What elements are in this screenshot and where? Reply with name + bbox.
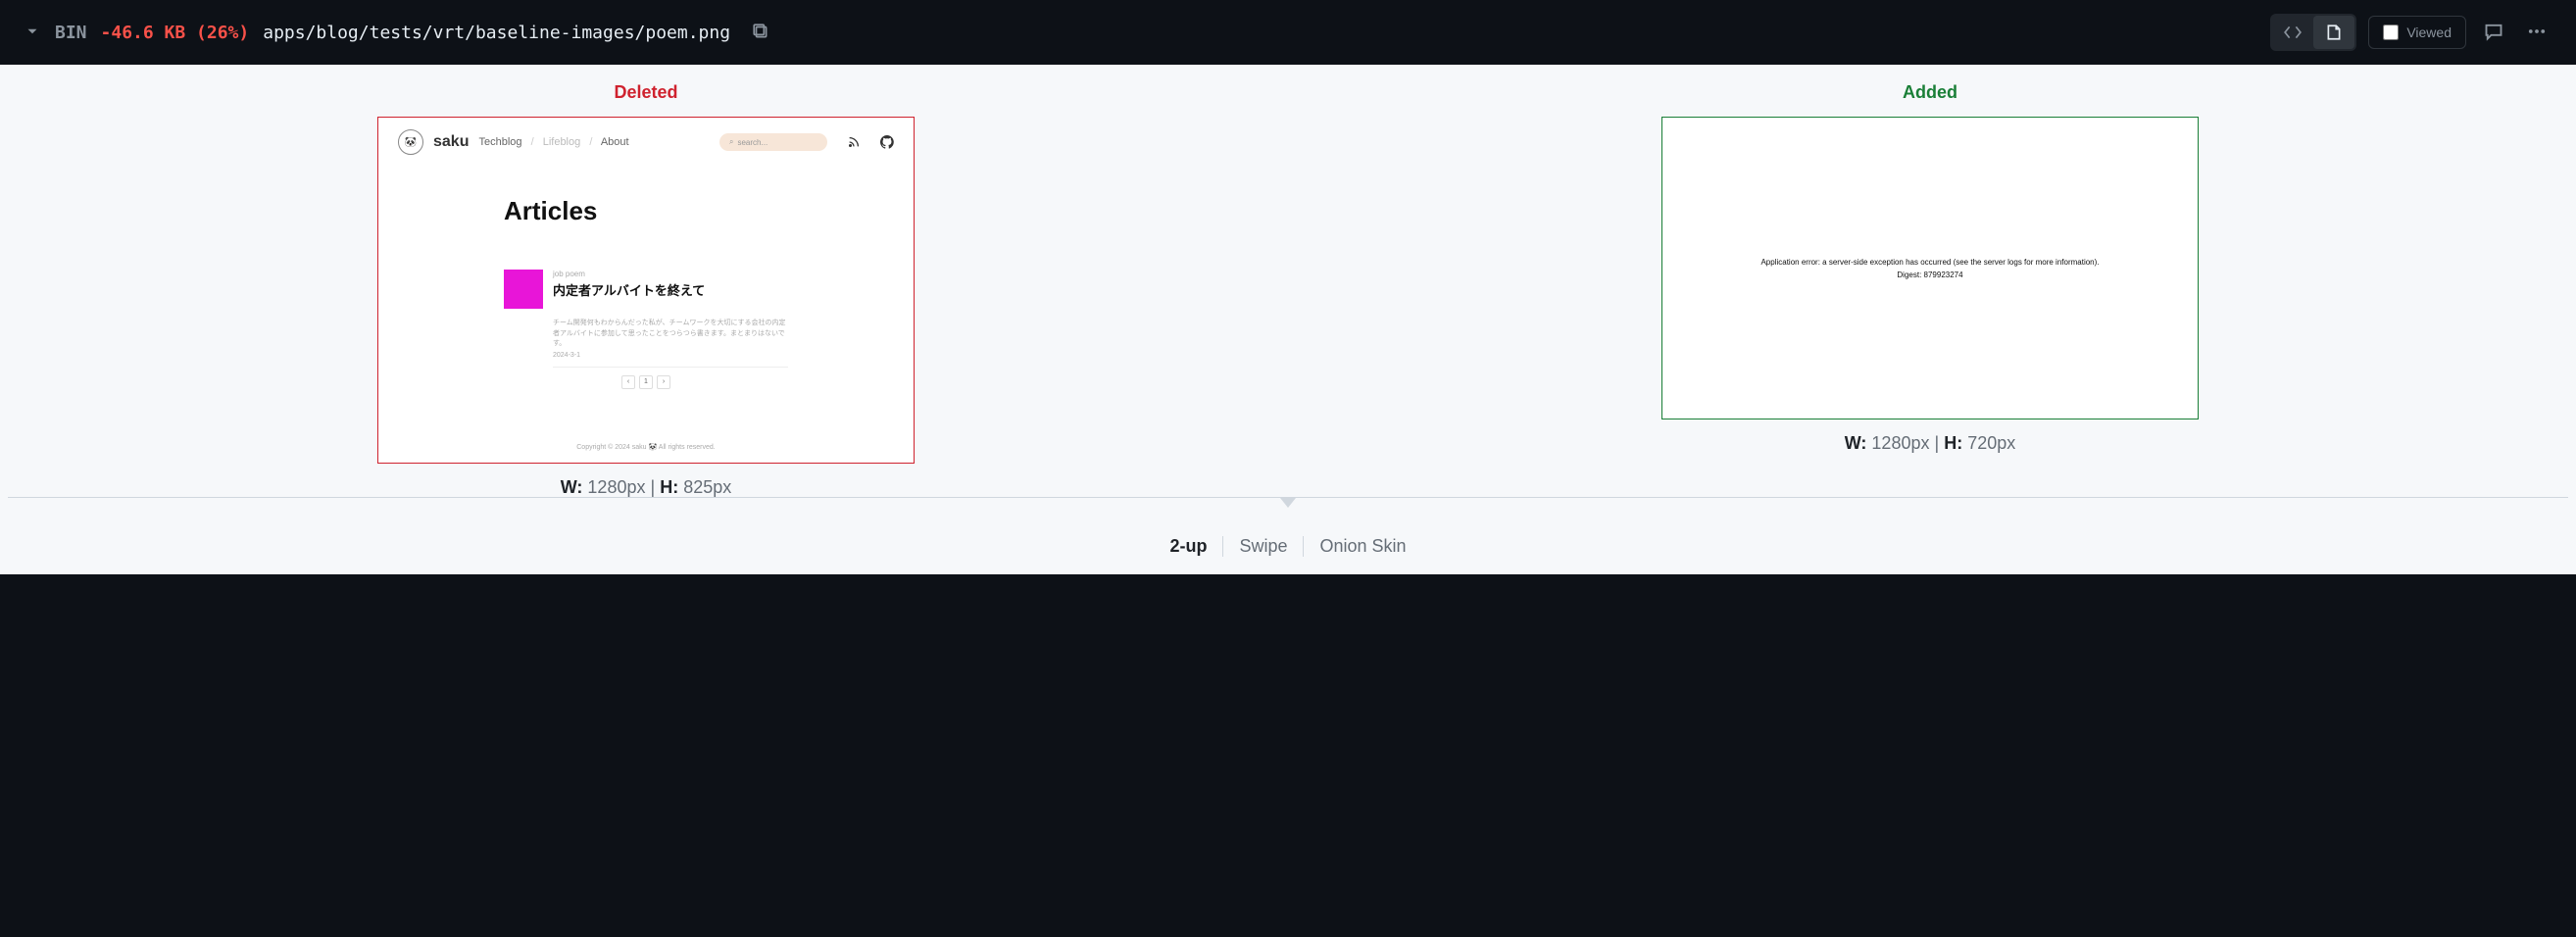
file-path[interactable]: apps/blog/tests/vrt/baseline-images/poem…	[263, 23, 730, 43]
added-side: Added Application error: a server-side e…	[1292, 82, 2568, 454]
deleted-label: Deleted	[614, 82, 677, 103]
github-icon	[880, 135, 894, 149]
mode-onion-skin[interactable]: Onion Skin	[1304, 536, 1421, 557]
pager-next-icon: ›	[657, 375, 670, 389]
kebab-icon[interactable]	[2521, 16, 2552, 50]
pager-prev-icon: ‹	[621, 375, 635, 389]
thumb-brand: saku	[433, 133, 469, 151]
thumb-main: Articles job poem 内定者アルバイトを終えて チーム開発何もわか…	[378, 167, 914, 389]
viewed-label: Viewed	[2406, 25, 2452, 40]
article-tags: job poem	[553, 270, 788, 278]
articles-heading: Articles	[504, 196, 788, 226]
diff-body: Deleted 🐼 saku Techblog / Lifeblog / Abo…	[0, 65, 2576, 574]
diff-stat: -46.6 KB (26%)	[101, 23, 250, 43]
article-card: job poem 内定者アルバイトを終えて チーム開発何もわからんだった私が、チ…	[504, 270, 788, 359]
search-placeholder: search...	[737, 138, 768, 147]
file-header: BIN -46.6 KB (26%) apps/blog/tests/vrt/b…	[0, 0, 2576, 65]
view-modes: 2-up Swipe Onion Skin	[8, 522, 2568, 574]
added-label: Added	[1903, 82, 1957, 103]
error-digest: Digest: 879923274	[1897, 271, 1962, 279]
mode-swipe[interactable]: Swipe	[1223, 536, 1304, 557]
bin-label: BIN	[55, 23, 87, 43]
deleted-image[interactable]: 🐼 saku Techblog / Lifeblog / About ⌕ sea…	[377, 117, 915, 464]
copy-icon[interactable]	[752, 23, 769, 43]
slider-handle-icon[interactable]	[1280, 498, 1296, 508]
nav-lifeblog: Lifeblog	[543, 136, 581, 148]
article-date: 2024-3-1	[553, 352, 788, 359]
thumb-nav: Techblog / Lifeblog / About	[478, 136, 628, 148]
divider	[553, 367, 788, 368]
slider-track	[8, 497, 2568, 522]
source-view-button[interactable]	[2272, 16, 2313, 49]
search-icon: ⌕	[729, 137, 733, 147]
deleted-dimensions: W: 1280px | H: 825px	[561, 477, 732, 498]
file-actions: Viewed	[2270, 14, 2552, 51]
rendered-view-button[interactable]	[2313, 16, 2354, 49]
nav-techblog: Techblog	[478, 136, 521, 148]
viewed-checkbox[interactable]: Viewed	[2368, 16, 2466, 49]
thumb-search: ⌕ search...	[719, 133, 827, 151]
article-desc: チーム開発何もわからんだった私が、チームワークを大切にする会社の内定者アルバイト…	[553, 319, 788, 350]
mode-2up[interactable]: 2-up	[1154, 536, 1223, 557]
nav-about: About	[601, 136, 629, 148]
deleted-side: Deleted 🐼 saku Techblog / Lifeblog / Abo…	[8, 82, 1284, 498]
viewed-checkbox-input[interactable]	[2383, 25, 2399, 40]
added-image[interactable]: Application error: a server-side excepti…	[1661, 117, 2199, 419]
pager-current: 1	[639, 375, 653, 389]
view-toggle	[2270, 14, 2356, 51]
added-dimensions: W: 1280px | H: 720px	[1845, 433, 2016, 454]
error-message: Application error: a server-side excepti…	[1760, 258, 2099, 267]
chevron-down-icon[interactable]	[24, 23, 41, 43]
image-comparison: Deleted 🐼 saku Techblog / Lifeblog / Abo…	[8, 82, 2568, 498]
panda-logo-icon: 🐼	[398, 129, 423, 155]
comment-icon[interactable]	[2478, 16, 2509, 50]
article-title: 内定者アルバイトを終えて	[553, 280, 788, 299]
article-thumbnail	[504, 270, 543, 309]
thumb-footer: Copyright © 2024 saku 🐼 All rights reser…	[378, 443, 914, 451]
file-info: BIN -46.6 KB (26%) apps/blog/tests/vrt/b…	[24, 23, 769, 43]
thumb-header: 🐼 saku Techblog / Lifeblog / About ⌕ sea…	[378, 118, 914, 167]
rss-icon	[847, 135, 861, 149]
pager: ‹ 1 ›	[504, 375, 788, 389]
